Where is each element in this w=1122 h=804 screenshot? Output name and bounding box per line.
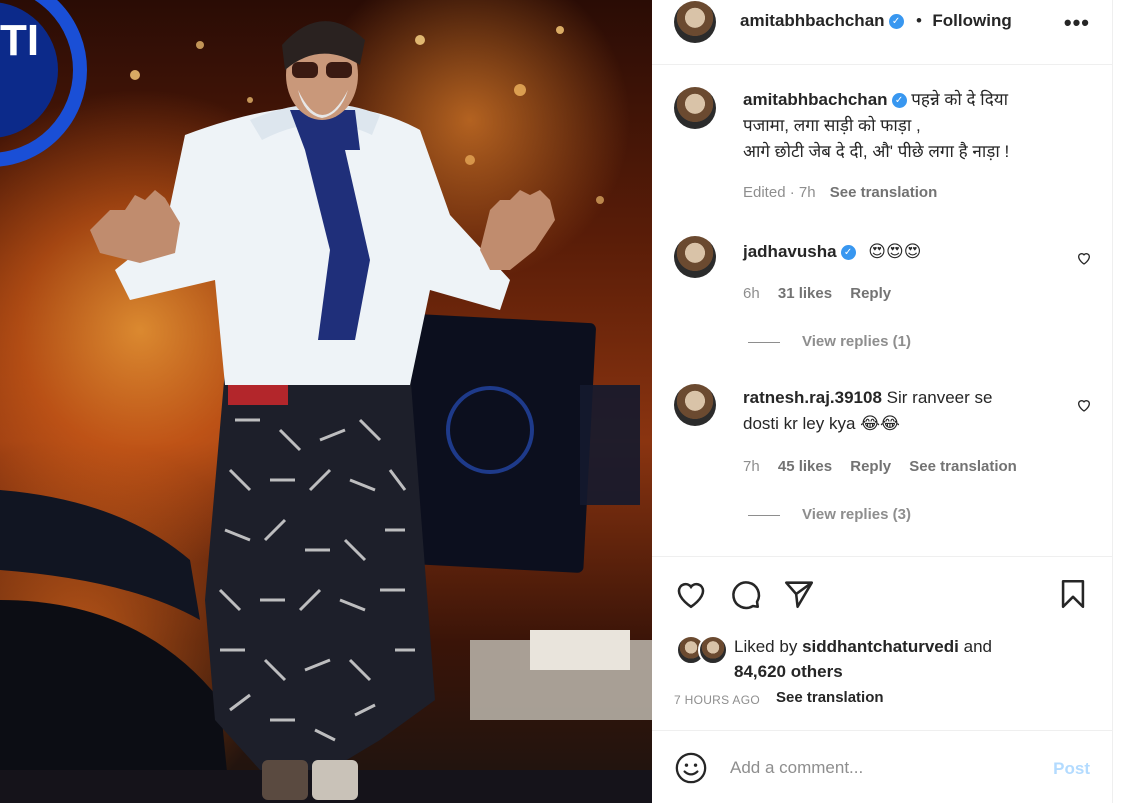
view-replies-line (748, 514, 780, 516)
comment-2-see-translation[interactable]: See translation (909, 458, 1017, 475)
comments-section: amitabhbachchan ✓ पहन्ने को दे दिया पजामा… (652, 65, 1112, 555)
liker-avatar-2[interactable] (698, 635, 728, 665)
verified-badge-icon: ✓ (891, 93, 907, 109)
comment-2-meta: 7h 45 likes Reply See translation (743, 458, 1017, 475)
smiley-icon[interactable] (674, 751, 708, 785)
share-icon[interactable] (782, 577, 816, 611)
caption-avatar[interactable] (674, 87, 716, 129)
caption: amitabhbachchan ✓ पहन्ने को दे दिया पजामा… (743, 87, 1093, 165)
post-comment-button[interactable]: Post (1053, 759, 1090, 779)
comment-2: ratnesh.raj.39108 Sir ranveer se dosti k… (743, 385, 1043, 437)
liked-by-text: Liked by siddhantchaturvedi and 84,620 o… (734, 634, 992, 684)
comment-1-username[interactable]: jadhavusha (743, 242, 837, 261)
likes-count[interactable]: 84,620 others (734, 662, 843, 681)
comment-1-view-replies[interactable]: View replies (1) (748, 333, 911, 350)
author-line: amitabhbachchan ✓ • Following (740, 11, 1012, 31)
comment-1-like-icon[interactable] (1076, 250, 1092, 266)
post-details-panel: amitabhbachchan ✓ • Following ••• amitabh… (652, 0, 1112, 803)
post-see-translation[interactable]: See translation (776, 689, 884, 706)
caption-username[interactable]: amitabhbachchan (743, 90, 888, 109)
heart-icon[interactable] (674, 577, 708, 611)
post-actions: Liked by siddhantchaturvedi and 84,620 o… (652, 556, 1112, 731)
liked-by-and: and (963, 637, 992, 656)
comment-2-reply[interactable]: Reply (850, 458, 891, 475)
more-options-icon[interactable]: ••• (1064, 10, 1090, 36)
verified-badge-icon: ✓ (840, 245, 856, 261)
comment-avatar-jadhavusha[interactable] (674, 236, 716, 278)
comment-2-username[interactable]: ratnesh.raj.39108 (743, 388, 882, 407)
comment-2-like-icon[interactable] (1076, 397, 1092, 413)
comment-2-likes[interactable]: 45 likes (778, 458, 832, 475)
comment-input[interactable] (728, 753, 1032, 783)
liked-by-prefix: Liked by (734, 637, 798, 656)
verified-badge-icon: ✓ (888, 14, 904, 30)
separator-dot: • (916, 11, 922, 30)
view-replies-label: View replies (3) (802, 506, 911, 523)
comment-1-likes[interactable]: 31 likes (778, 285, 832, 302)
photo-illustration: TI (0, 0, 652, 803)
comment-1-reply[interactable]: Reply (850, 285, 891, 302)
add-comment-bar: Post (652, 730, 1112, 804)
comment-2-view-replies[interactable]: View replies (3) (748, 506, 911, 523)
comment-avatar-ratnesh[interactable] (674, 384, 716, 426)
scrollbar-track[interactable] (1112, 0, 1122, 803)
following-button[interactable]: Following (932, 11, 1011, 30)
comment-2-text-line-2: dosti kr ley kya 😂😂 (743, 414, 900, 433)
bookmark-icon[interactable] (1056, 577, 1090, 611)
caption-line-1: पहन्ने को दे दिया (911, 90, 1009, 109)
comment-2-time: 7h (743, 458, 760, 475)
caption-see-translation[interactable]: See translation (830, 184, 938, 201)
chair (0, 490, 200, 620)
post-header: amitabhbachchan ✓ • Following ••• (652, 0, 1112, 65)
comment-2-text-line-1: Sir ranveer se (886, 388, 993, 407)
comment-1-meta: 6h 31 likes Reply (743, 285, 891, 302)
caption-edited-time: Edited · 7h (743, 184, 816, 201)
author-username[interactable]: amitabhbachchan (740, 11, 885, 30)
caption-meta: Edited · 7h See translation (743, 184, 937, 201)
comment-icon[interactable] (728, 577, 762, 611)
stage-sign-text: TI (0, 16, 39, 65)
view-replies-line (748, 341, 780, 343)
caption-line-3: आगे छोटी जेब दे दी, औ' पीछे लगा है नाड़ा… (743, 142, 1010, 161)
caption-line-2: पजामा, लगा साड़ी को फाड़ा , (743, 116, 921, 135)
post-photo[interactable]: TI (0, 0, 652, 803)
liked-by-username[interactable]: siddhantchaturvedi (802, 637, 959, 656)
comment-1: jadhavusha ✓ 😍😍😍 (743, 239, 921, 265)
comment-1-text: 😍😍😍 (868, 242, 922, 261)
comment-1-time: 6h (743, 285, 760, 302)
view-replies-label: View replies (1) (802, 333, 911, 350)
post-timestamp[interactable]: 7 HOURS AGO (674, 693, 760, 707)
author-avatar[interactable] (674, 1, 716, 43)
